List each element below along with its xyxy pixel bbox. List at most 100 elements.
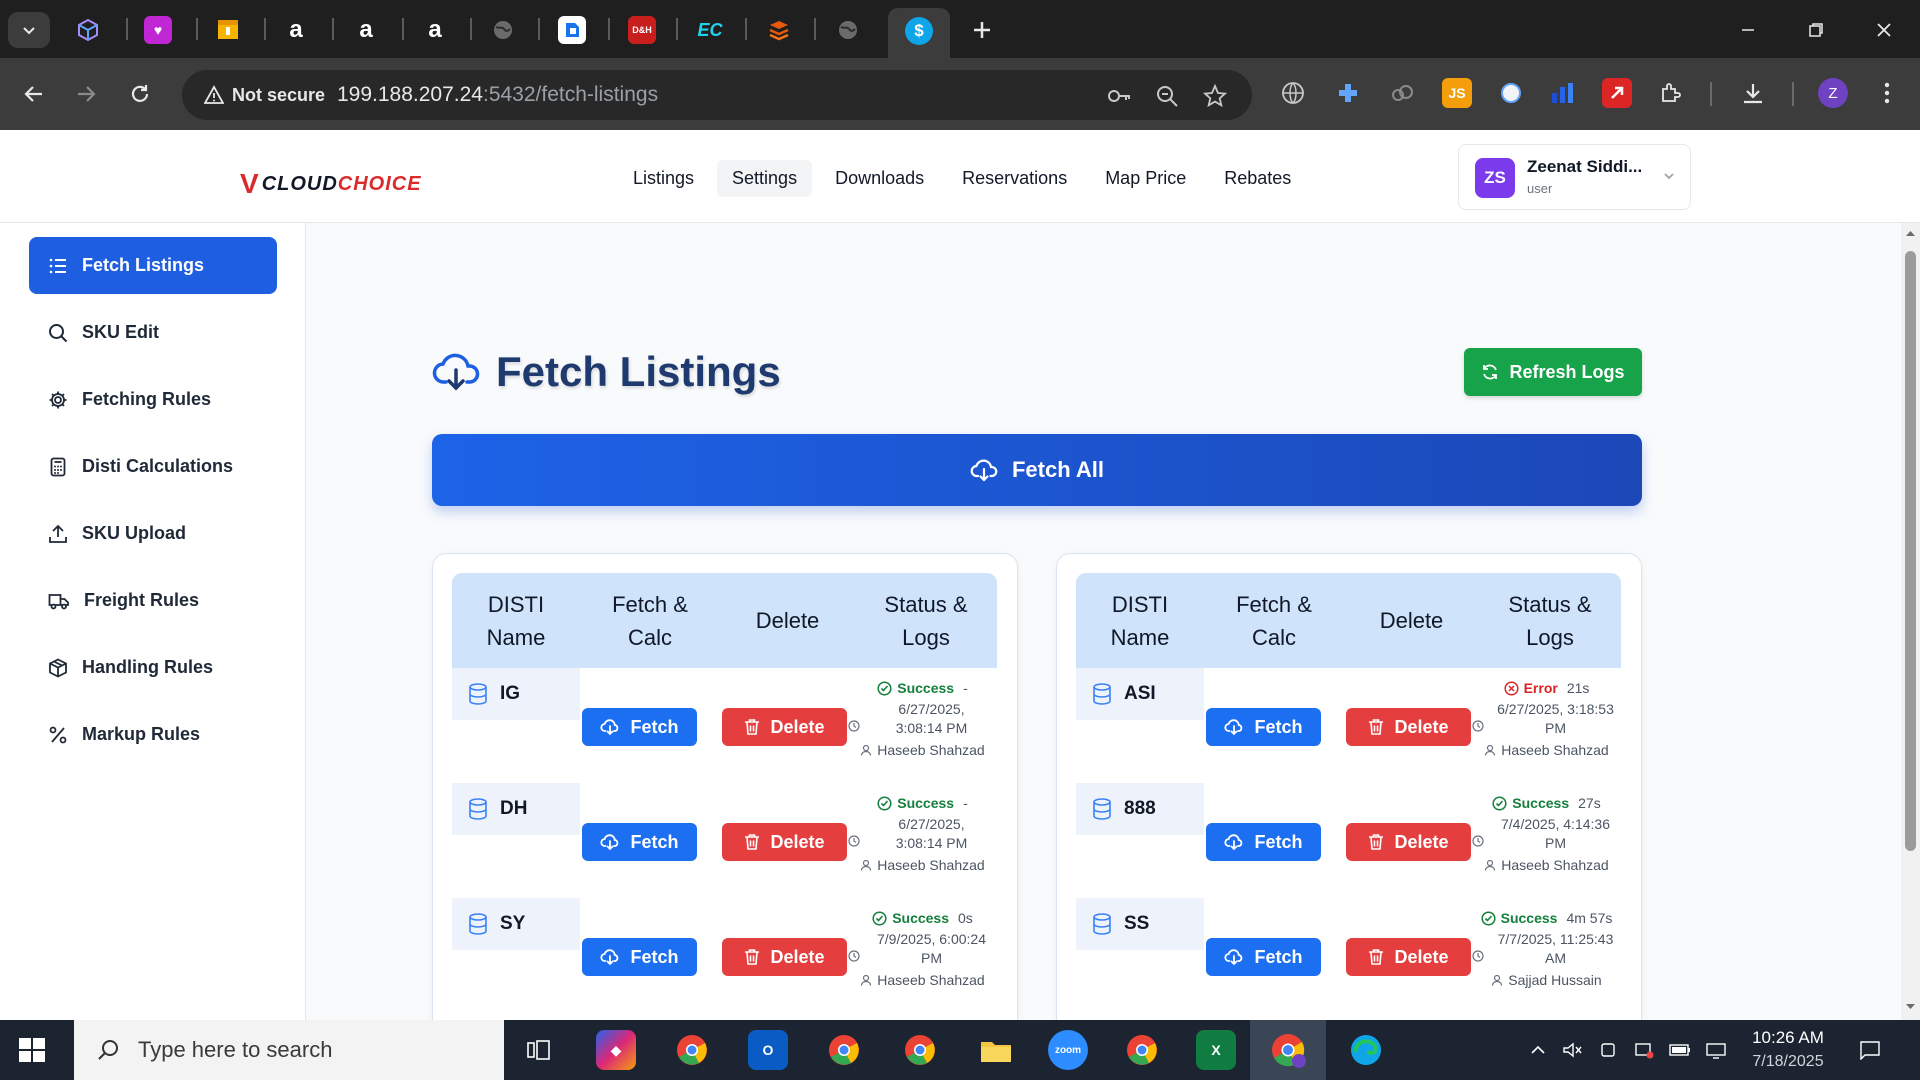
status-line: Success 0s xyxy=(848,910,997,926)
minimize-button[interactable] xyxy=(1728,14,1768,46)
nav-listings[interactable]: Listings xyxy=(618,160,709,197)
fetch-button[interactable]: Fetch xyxy=(582,823,697,861)
zoom-icon xyxy=(1157,86,1178,107)
fetch-button[interactable]: Fetch xyxy=(1206,938,1321,976)
tab-amazon-3[interactable]: a xyxy=(421,16,449,44)
taskbar-chrome-4[interactable] xyxy=(1122,1030,1162,1070)
taskbar-outlook[interactable]: O xyxy=(748,1030,788,1070)
delete-button[interactable]: Delete xyxy=(722,708,847,746)
address-bar[interactable]: Not secure 199.188.207.24:5432/fetch-lis… xyxy=(182,70,1252,120)
not-secure-chip[interactable]: Not secure xyxy=(194,78,337,112)
taskbar-excel[interactable]: X xyxy=(1196,1030,1236,1070)
task-view-button[interactable] xyxy=(520,1030,560,1070)
fetch-button-label: Fetch xyxy=(630,946,679,967)
restore-button[interactable] xyxy=(1796,14,1836,46)
delete-button-label: Delete xyxy=(1394,831,1449,852)
password-key-button[interactable] xyxy=(1106,83,1132,109)
col-label: Calc xyxy=(627,624,672,650)
sidebar-item-fetch-listings[interactable]: Fetch Listings xyxy=(29,237,277,294)
sidebar-item-handling-rules[interactable]: Handling Rules xyxy=(29,639,277,696)
fetch-all-button[interactable]: Fetch All xyxy=(432,434,1642,506)
delete-button[interactable]: Delete xyxy=(722,938,847,976)
reload-button[interactable] xyxy=(122,76,158,112)
taskbar-chrome-3[interactable] xyxy=(900,1030,940,1070)
scroll-up-icon[interactable] xyxy=(1905,229,1916,237)
tab-amazon-2[interactable]: a xyxy=(352,16,380,44)
sidebar-item-freight-rules[interactable]: Freight Rules xyxy=(29,572,277,629)
windows-start-icon[interactable] xyxy=(16,1034,48,1066)
taskbar-chrome-1[interactable] xyxy=(672,1030,712,1070)
sidebar-item-markup-rules[interactable]: Markup Rules xyxy=(29,706,277,763)
tab-stack-app[interactable] xyxy=(765,16,793,44)
scrollbar-thumb[interactable] xyxy=(1905,251,1916,851)
taskbar-file-explorer[interactable] xyxy=(976,1030,1016,1070)
zoom-button[interactable] xyxy=(1154,83,1180,109)
nav-map-price[interactable]: Map Price xyxy=(1090,160,1201,197)
tab-amazon-1[interactable]: a xyxy=(282,16,310,44)
fetch-button[interactable]: Fetch xyxy=(582,708,697,746)
delete-button[interactable]: Delete xyxy=(722,823,847,861)
tab-box-app[interactable] xyxy=(214,16,242,44)
tab-ec-app[interactable]: EC xyxy=(696,16,724,44)
tab-blue-app[interactable] xyxy=(558,16,586,44)
fetch-button[interactable]: Fetch xyxy=(1206,708,1321,746)
cloudchoice-logo[interactable]: V CLOUD CHOICE xyxy=(240,168,422,200)
nav-downloads[interactable]: Downloads xyxy=(820,160,939,197)
nav-rebates[interactable]: Rebates xyxy=(1209,160,1306,197)
delete-button[interactable]: Delete xyxy=(1346,823,1471,861)
tab-dh-app[interactable]: D&H xyxy=(628,16,656,44)
extensions-button[interactable] xyxy=(1656,78,1686,108)
taskbar-clock[interactable]: 10:26 AM 7/18/2025 xyxy=(1748,1026,1828,1074)
tray-meet[interactable] xyxy=(1632,1038,1656,1062)
extension-circle[interactable] xyxy=(1496,78,1526,108)
sidebar-item-disti-calculations[interactable]: Disti Calculations xyxy=(29,438,277,495)
nav-reservations[interactable]: Reservations xyxy=(947,160,1082,197)
taskbar-edge[interactable] xyxy=(1346,1030,1386,1070)
extension-globe[interactable] xyxy=(1278,78,1308,108)
tab-purple-app[interactable]: ♥ xyxy=(144,16,172,44)
tab-active[interactable]: $ xyxy=(888,8,950,58)
tray-network[interactable] xyxy=(1704,1038,1728,1062)
tray-device[interactable] xyxy=(1596,1038,1620,1062)
sidebar-item-sku-edit[interactable]: SKU Edit xyxy=(29,304,277,361)
extension-plus[interactable] xyxy=(1333,78,1363,108)
tray-chevron[interactable] xyxy=(1526,1038,1550,1062)
extension-cloud[interactable] xyxy=(1388,78,1418,108)
taskbar-zoom[interactable]: zoom xyxy=(1048,1030,1088,1070)
tab-globe-1[interactable] xyxy=(489,16,517,44)
browser-menu-button[interactable] xyxy=(1872,78,1902,108)
new-tab-button[interactable] xyxy=(966,14,998,46)
sidebar-item-sku-upload[interactable]: SKU Upload xyxy=(29,505,277,562)
taskbar-active-app[interactable] xyxy=(1250,1020,1326,1080)
profile-avatar[interactable]: Z xyxy=(1818,78,1848,108)
sidebar-item-fetching-rules[interactable]: Fetching Rules xyxy=(29,371,277,428)
extension-bars[interactable] xyxy=(1548,78,1578,108)
extension-arrow[interactable] xyxy=(1602,78,1632,108)
fetch-button[interactable]: Fetch xyxy=(582,938,697,976)
tab-cube-app[interactable] xyxy=(74,16,102,44)
close-window-button[interactable] xyxy=(1864,14,1904,46)
extension-js[interactable]: JS xyxy=(1442,78,1472,108)
col-label: Name xyxy=(1110,624,1170,650)
taskbar-copilot[interactable]: ◆ xyxy=(596,1030,636,1070)
back-button[interactable] xyxy=(16,76,52,112)
downloads-button[interactable] xyxy=(1738,78,1768,108)
notification-button[interactable] xyxy=(1858,1038,1882,1062)
scroll-down-icon[interactable] xyxy=(1905,1003,1916,1011)
user-menu[interactable]: ZS Zeenat Siddi... user xyxy=(1458,144,1691,210)
tray-battery[interactable] xyxy=(1668,1038,1692,1062)
tray-mute[interactable] xyxy=(1560,1038,1584,1062)
taskbar-chrome-2[interactable] xyxy=(824,1030,864,1070)
forward-button[interactable] xyxy=(68,76,104,112)
page-scrollbar[interactable] xyxy=(1901,223,1920,1020)
fetch-button[interactable]: Fetch xyxy=(1206,823,1321,861)
taskbar-search-input[interactable]: Type here to search xyxy=(74,1020,504,1080)
cube-icon xyxy=(78,18,98,42)
bookmark-button[interactable] xyxy=(1202,83,1228,109)
delete-button[interactable]: Delete xyxy=(1346,938,1471,976)
nav-settings[interactable]: Settings xyxy=(717,160,813,197)
delete-button[interactable]: Delete xyxy=(1346,708,1471,746)
refresh-logs-button[interactable]: Refresh Logs xyxy=(1464,348,1642,396)
tab-search-button[interactable] xyxy=(8,12,50,48)
tab-globe-2[interactable] xyxy=(834,16,862,44)
